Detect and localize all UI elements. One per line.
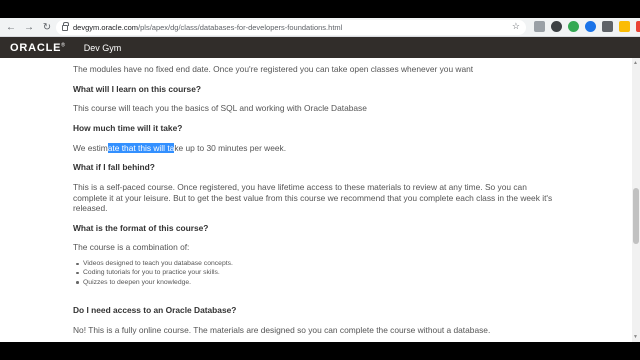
extension-blue-icon[interactable] [585, 21, 596, 32]
answer-text-part: We estim [73, 143, 108, 153]
url-path: /pls/apex/dg/class/databases-for-develop… [138, 23, 343, 32]
extension-dark-icon[interactable] [551, 21, 562, 32]
scroll-down-icon[interactable]: ▼ [633, 334, 638, 340]
faq-question-time: How much time will it take? [73, 123, 183, 133]
url-host: devgym.oracle.com [73, 23, 139, 32]
faq-question-learn: What will I learn on this course? [73, 84, 201, 94]
extension-grid-icon[interactable] [602, 21, 613, 32]
url-text: devgym.oracle.com/pls/apex/dg/class/data… [73, 23, 342, 32]
address-bar[interactable]: devgym.oracle.com/pls/apex/dg/class/data… [56, 20, 526, 35]
extension-icons: ⋮ [534, 21, 640, 32]
intro-text: The modules have no fixed end date. Once… [73, 64, 474, 74]
faq-question-behind: What if I fall behind? [73, 162, 155, 172]
faq-answer-learn: This course will teach you the basics of… [73, 103, 367, 113]
video-letterbox-top [0, 0, 640, 18]
vertical-scrollbar[interactable]: ▲ ▼ [632, 58, 640, 342]
faq-answer-database: No! This is a fully online course. The m… [73, 325, 491, 335]
scroll-up-icon[interactable]: ▲ [633, 60, 638, 66]
answer-text-part: ke up to 30 minutes per week. [174, 143, 287, 153]
oracle-logo[interactable]: ORACLE® [10, 42, 66, 54]
faq-answer-behind: This is a self-paced course. Once regist… [73, 182, 553, 213]
faq-answer-time: We estimate that this will take up to 30… [73, 143, 553, 154]
faq-question-database: Do I need access to an Oracle Database? [73, 305, 237, 315]
back-arrow-icon[interactable]: ← [4, 20, 18, 34]
logo-registered-mark: ® [61, 41, 66, 48]
site-header: ORACLE® Dev Gym [0, 37, 640, 58]
app-title[interactable]: Dev Gym [84, 43, 122, 53]
format-list: Videos designed to teach you database co… [73, 259, 553, 287]
page-content: The modules have no fixed end date. Once… [0, 58, 632, 342]
extension-green-icon[interactable] [568, 21, 579, 32]
list-item: Coding tutorials for you to practice you… [73, 268, 553, 277]
browser-toolbar: ← → ↻ devgym.oracle.com/pls/apex/dg/clas… [0, 18, 640, 37]
list-item: Quizzes to deepen your knowledge. [73, 278, 553, 287]
scroll-thumb[interactable] [633, 188, 639, 244]
extension-red-icon[interactable] [636, 21, 640, 32]
video-letterbox-bottom [0, 342, 640, 360]
list-item: Videos designed to teach you database co… [73, 259, 553, 268]
forward-arrow-icon[interactable]: → [22, 20, 36, 34]
selected-text: ate that this will ta [107, 143, 175, 153]
camera-icon[interactable] [534, 21, 545, 32]
reload-icon[interactable]: ↻ [40, 20, 54, 34]
lock-icon[interactable] [62, 21, 69, 31]
extension-yellow-icon[interactable] [619, 21, 630, 32]
star-icon[interactable]: ☆ [512, 21, 520, 32]
faq-answer-format: The course is a combination of: [73, 242, 190, 252]
logo-text: ORACLE [10, 41, 62, 54]
faq-question-format: What is the format of this course? [73, 223, 209, 233]
